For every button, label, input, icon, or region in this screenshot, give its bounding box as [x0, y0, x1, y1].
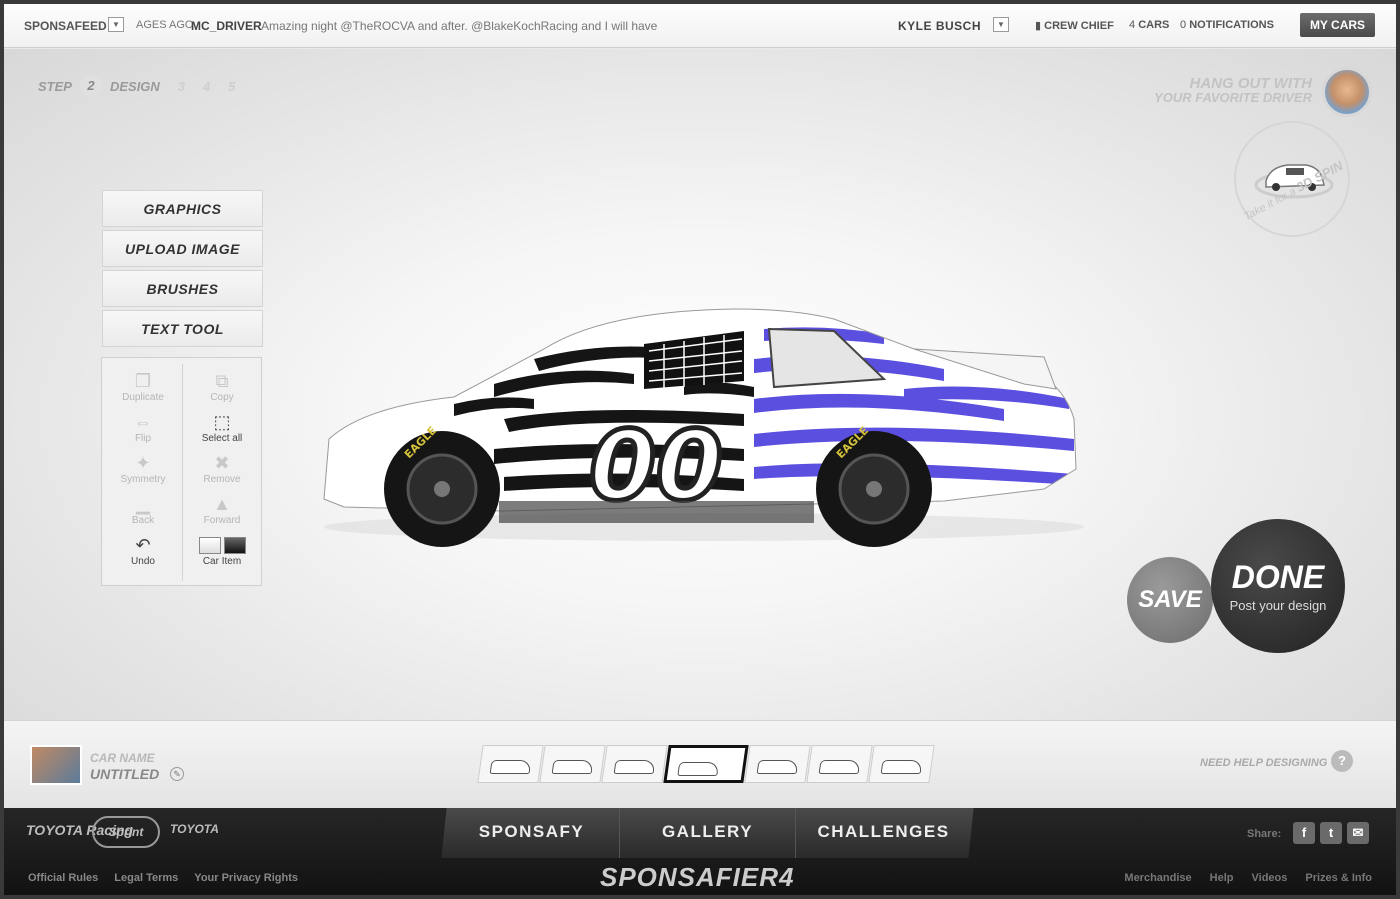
graphics-button[interactable]: GRAPHICS: [102, 190, 263, 227]
view-thumb-top[interactable]: [539, 745, 606, 783]
car-name-value[interactable]: UNTITLED: [90, 766, 159, 782]
symmetry-button[interactable]: ✦ Symmetry: [105, 452, 181, 485]
send-back-icon: ▁: [136, 494, 150, 514]
cars-link[interactable]: 4 CARS: [1129, 19, 1169, 31]
done-subtitle: Post your design: [1229, 598, 1327, 613]
step-5[interactable]: 5: [228, 79, 235, 94]
action-panel: ❐ Duplicate ⧉ Copy ⇔ Flip ⬚ Select all ✦…: [101, 357, 262, 586]
toyota-logo[interactable]: TOYOTA: [170, 822, 219, 836]
facebook-icon[interactable]: f: [1293, 822, 1315, 844]
sponsafier-logo[interactable]: SPONSAFIER4: [600, 862, 795, 893]
brushes-button[interactable]: BRUSHES: [102, 270, 263, 307]
nav-challenges[interactable]: CHALLENGES: [796, 808, 971, 858]
official-rules-link[interactable]: Official Rules: [28, 872, 98, 884]
view-thumb-side[interactable]: [663, 745, 749, 783]
crew-chief-icon: ▮: [1035, 20, 1042, 32]
undo-button[interactable]: ↶ Undo: [105, 534, 181, 567]
step-3[interactable]: 3: [178, 79, 185, 94]
car-color-swatch[interactable]: [198, 537, 221, 554]
view-thumb-front[interactable]: [477, 745, 544, 783]
bring-forward-icon: ▲: [213, 494, 231, 514]
site-footer: TOYOTA Racing Sprint TOYOTA SPONSAFY GAL…: [4, 808, 1396, 895]
view-thumb-back[interactable]: [868, 745, 935, 783]
view-thumb-angle[interactable]: [601, 745, 668, 783]
done-title: DONE: [1231, 559, 1325, 595]
flip-icon: ⇔: [134, 412, 152, 432]
remove-button[interactable]: ✖ Remove: [184, 452, 260, 485]
done-button[interactable]: DONE Post your design: [1211, 519, 1345, 653]
step-4[interactable]: 4: [203, 79, 210, 94]
view-thumb-side-rear[interactable]: [744, 745, 811, 783]
prizes-link[interactable]: Prizes & Info: [1305, 872, 1372, 884]
edit-name-icon[interactable]: ✎: [170, 767, 184, 781]
color-swatches[interactable]: Car Item: [184, 534, 260, 567]
undo-icon: ↶: [135, 535, 151, 555]
sponsafier-app: SPONSAFEED ▼ AGES AGO MC_DRIVER Amazing …: [0, 0, 1400, 899]
top-bar: SPONSAFEED ▼ AGES AGO MC_DRIVER Amazing …: [4, 4, 1396, 48]
nav-sponsafy[interactable]: SPONSAFY: [444, 808, 620, 858]
help-icon[interactable]: ?: [1331, 750, 1353, 772]
current-step-number: 2: [79, 75, 102, 97]
legal-terms-link[interactable]: Legal Terms: [114, 872, 178, 884]
feed-driver[interactable]: MC_DRIVER: [191, 19, 262, 33]
share-label: Share:: [1247, 828, 1282, 840]
sponsafeed-dropdown-icon[interactable]: ▼: [108, 17, 124, 32]
crew-chief-link[interactable]: ▮ CREW CHIEF: [1035, 19, 1114, 32]
save-button[interactable]: SAVE: [1127, 557, 1213, 643]
email-icon[interactable]: ✉: [1347, 822, 1369, 844]
user-name[interactable]: KYLE BUSCH: [898, 19, 981, 33]
flip-button[interactable]: ⇔ Flip: [105, 411, 181, 444]
remove-icon: ✖: [214, 453, 230, 473]
duplicate-icon: ❐: [134, 371, 152, 391]
hang-out-line1: HANG OUT WITH: [1189, 75, 1312, 92]
legal-links: Official Rules Legal Terms Your Privacy …: [28, 872, 298, 884]
feed-time: AGES AGO: [136, 19, 194, 31]
feed-text: Amazing night @TheROCVA and after. @Blak…: [261, 19, 658, 33]
help-footer-link[interactable]: Help: [1210, 872, 1234, 884]
action-divider: [182, 364, 183, 581]
copy-icon: ⧉: [215, 371, 229, 391]
merchandise-link[interactable]: Merchandise: [1124, 872, 1191, 884]
step-indicator: STEP 2 DESIGN 3 4 5: [38, 75, 236, 97]
nascar-sprint-logo[interactable]: Sprint: [92, 816, 160, 848]
step-label: STEP: [38, 78, 72, 94]
race-car-preview[interactable]: 00 EAGLE EAGLE: [304, 289, 1094, 589]
main-nav: SPONSAFY GALLERY CHALLENGES: [441, 808, 974, 858]
view-thumb-rear[interactable]: [806, 745, 873, 783]
driver-thumbnail: [30, 745, 82, 785]
sponsafeed-label[interactable]: SPONSAFEED: [24, 19, 107, 33]
view-selector: [477, 745, 935, 783]
car-info-bar: CAR NAME UNTITLED ✎ NEED HELP DESIGNING …: [4, 720, 1396, 808]
text-tool-button[interactable]: TEXT TOOL: [102, 310, 263, 347]
nav-gallery[interactable]: GALLERY: [620, 808, 796, 858]
copy-button[interactable]: ⧉ Copy: [184, 370, 260, 403]
car-name-label: CAR NAME: [90, 751, 155, 765]
privacy-link[interactable]: Your Privacy Rights: [194, 872, 298, 884]
design-workspace[interactable]: STEP 2 DESIGN 3 4 5 GRAPHICS UPLOAD IMAG…: [4, 49, 1396, 720]
symmetry-icon: ✦: [135, 453, 151, 473]
notifications-link[interactable]: 0 NOTIFICATIONS: [1180, 19, 1274, 31]
back-button[interactable]: ▁ Back: [105, 493, 181, 526]
item-color-swatch[interactable]: [223, 537, 246, 554]
select-all-icon: ⬚: [213, 412, 231, 432]
hang-out-promo[interactable]: HANG OUT WITH YOUR FAVORITE DRIVER: [1124, 75, 1312, 105]
info-links: Merchandise Help Videos Prizes & Info: [1124, 872, 1372, 884]
forward-button[interactable]: ▲ Forward: [184, 493, 260, 526]
hang-out-line2: YOUR FAVORITE DRIVER: [1154, 90, 1312, 105]
videos-link[interactable]: Videos: [1252, 872, 1288, 884]
help-link[interactable]: NEED HELP DESIGNING: [1200, 757, 1327, 769]
driver-avatar[interactable]: [1322, 67, 1372, 117]
my-cars-button[interactable]: MY CARS: [1300, 13, 1375, 37]
select-all-button[interactable]: ⬚ Select all: [184, 411, 260, 444]
twitter-icon[interactable]: t: [1320, 822, 1342, 844]
current-step-label: DESIGN: [109, 78, 160, 94]
duplicate-button[interactable]: ❐ Duplicate: [105, 370, 181, 403]
user-dropdown-icon[interactable]: ▼: [993, 17, 1009, 32]
upload-image-button[interactable]: UPLOAD IMAGE: [102, 230, 263, 267]
